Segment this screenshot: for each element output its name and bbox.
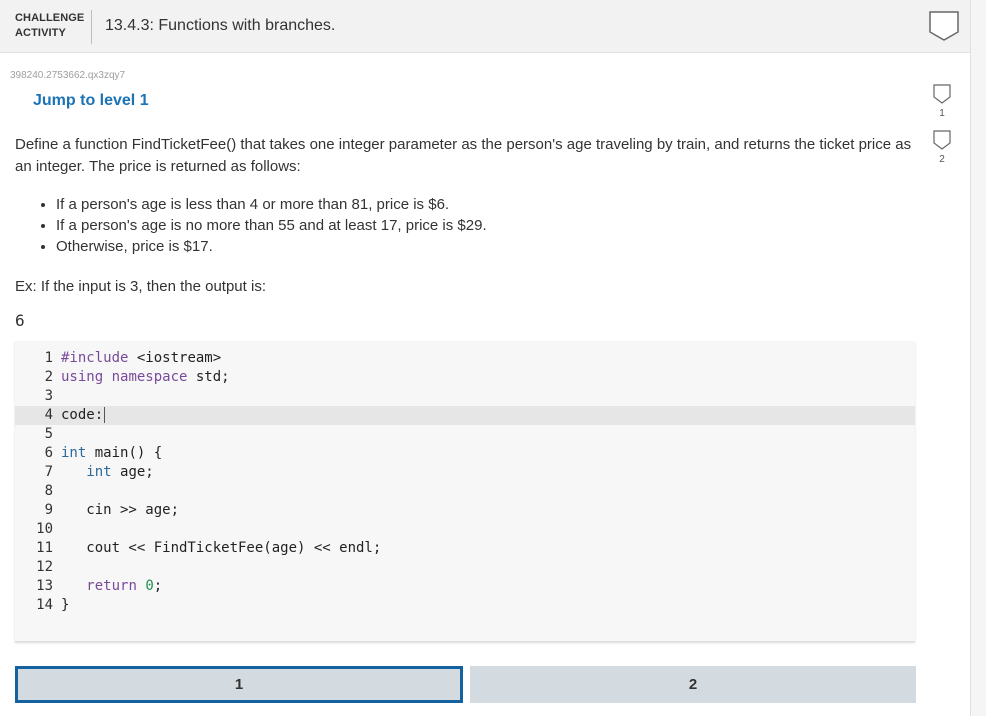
line-number: 2 (44, 369, 53, 385)
side-level-label: 2 (939, 154, 945, 165)
code-line[interactable]: 9 cin >> age; (15, 501, 915, 520)
line-number: 10 (36, 521, 53, 537)
line-number: 13 (36, 578, 53, 594)
code-line[interactable]: 12 (15, 558, 915, 577)
line-number: 6 (44, 445, 53, 461)
example-intro: Ex: If the input is 3, then the output i… (15, 278, 266, 295)
line-number: 8 (44, 483, 53, 499)
problem-prompt: Define a function FindTicketFee() that t… (15, 136, 912, 175)
code-line[interactable]: 13 return 0; (15, 577, 915, 596)
side-scroll-area (970, 0, 986, 716)
line-number: 14 (36, 597, 53, 613)
level-1-button[interactable]: 1 (15, 666, 463, 703)
completion-shield-icon (929, 11, 959, 41)
text-caret (104, 407, 106, 423)
code-line[interactable]: 10 (15, 520, 915, 539)
code-line[interactable]: 6 int main() { (15, 444, 915, 463)
code-line[interactable]: 11 cout << FindTicketFee(age) << endl; (15, 539, 915, 558)
code-text[interactable]: return 0; (61, 577, 162, 596)
activity-title: 13.4.3: Functions with branches. (105, 17, 336, 34)
code-text[interactable]: using namespace std; (61, 368, 230, 387)
level-2-button[interactable]: 2 (470, 666, 916, 703)
code-line[interactable]: 5 (15, 425, 915, 444)
price-rules-list: If a person's age is less than 4 or more… (38, 194, 487, 257)
code-line[interactable]: 3 (15, 387, 915, 406)
code-text[interactable]: } (61, 596, 69, 615)
code-line[interactable]: 2 using namespace std; (15, 368, 915, 387)
line-number: 11 (36, 540, 53, 556)
level-1-shield-icon (933, 84, 951, 104)
code-line[interactable]: 4 code: (15, 406, 915, 425)
side-level-label: 1 (939, 108, 945, 119)
code-text[interactable]: cout << FindTicketFee(age) << endl; (61, 539, 381, 558)
level-2-shield-icon (933, 130, 951, 150)
line-number: 4 (44, 407, 53, 423)
code-text[interactable]: cin >> age; (61, 501, 179, 520)
line-number: 12 (36, 559, 53, 575)
header-divider (91, 10, 92, 44)
code-text[interactable]: code: (61, 406, 106, 425)
list-item: If a person's age is less than 4 or more… (56, 194, 487, 215)
level-navigation: 1 2 (15, 666, 916, 703)
line-number: 9 (44, 502, 53, 518)
activity-id: 398240.2753662.qx3zqy7 (10, 70, 126, 81)
activity-type-label: CHALLENGE ACTIVITY (15, 11, 84, 41)
line-number: 1 (44, 350, 53, 366)
list-item: If a person's age is no more than 55 and… (56, 215, 487, 236)
list-item: Otherwise, price is $17. (56, 236, 487, 257)
line-number: 7 (44, 464, 53, 480)
jump-to-level-link[interactable]: Jump to level 1 (33, 92, 149, 110)
example-output: 6 (15, 311, 25, 330)
code-text[interactable]: #include <iostream> (61, 349, 221, 368)
code-text[interactable]: int main() { (61, 444, 162, 463)
code-editor[interactable]: 1 #include <iostream> 2 using namespace std… (15, 341, 915, 642)
activity-type-line1: CHALLENGE (15, 12, 85, 24)
activity-type-line2: ACTIVITY (15, 27, 66, 39)
code-line[interactable]: 8 (15, 482, 915, 501)
code-line[interactable]: 14} (15, 596, 915, 615)
code-text[interactable]: int age; (61, 463, 153, 482)
code-line[interactable]: 7 int age; (15, 463, 915, 482)
line-number: 5 (44, 426, 53, 442)
code-line[interactable]: 1 #include <iostream> (15, 349, 915, 368)
line-number: 3 (44, 388, 53, 404)
activity-header: CHALLENGE ACTIVITY 13.4.3: Functions wit… (0, 0, 970, 53)
